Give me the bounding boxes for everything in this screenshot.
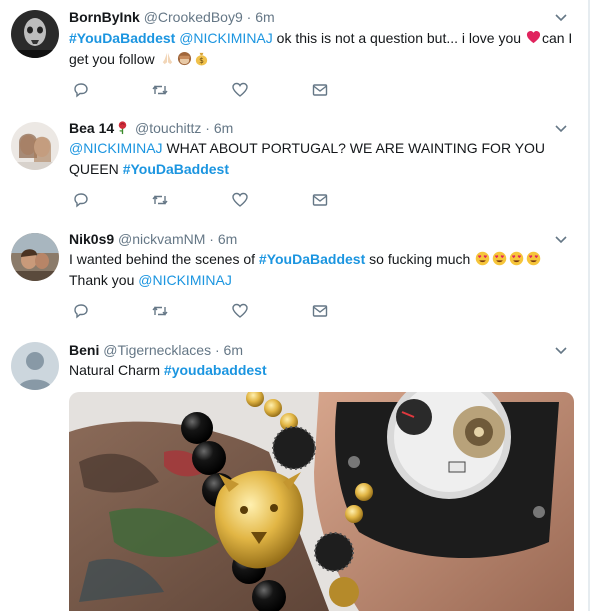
tweet-timeline: BornByInk @CrookedBoy9 · 6m #YouDaBaddes… xyxy=(0,0,590,611)
tweet-3[interactable]: Nik0s9 @nickvamNM · 6m I wanted behind t… xyxy=(0,219,588,331)
heart-eyes-emoji-icon xyxy=(492,251,507,266)
tweet-photo[interactable] xyxy=(69,392,574,611)
timestamp[interactable]: 6m xyxy=(255,9,274,25)
username[interactable]: @CrookedBoy9 xyxy=(144,9,243,25)
display-name[interactable]: Bea 14 xyxy=(69,120,114,136)
avatar[interactable] xyxy=(11,122,59,170)
heart-eyes-emoji-icon xyxy=(509,251,524,266)
timestamp[interactable]: 6m xyxy=(218,231,237,247)
chevron-down-icon[interactable] xyxy=(554,13,568,23)
heart-eyes-emoji-icon xyxy=(526,251,541,266)
mention[interactable]: @NICKIMINAJ xyxy=(69,140,163,156)
chevron-down-icon[interactable] xyxy=(554,235,568,245)
hashtag[interactable]: #YouDaBaddest xyxy=(69,30,175,46)
mention[interactable]: @NICKIMINAJ xyxy=(138,272,232,288)
direct-message-icon[interactable] xyxy=(311,191,329,209)
money-bag-emoji-icon: $ xyxy=(195,52,207,66)
hashtag[interactable]: #youdabaddest xyxy=(164,362,267,378)
avatar[interactable] xyxy=(11,233,59,281)
username[interactable]: @Tigernecklaces xyxy=(103,342,211,358)
hashtag[interactable]: #YouDaBaddest xyxy=(259,251,365,267)
tweet-header: Beni @Tigernecklaces · 6m xyxy=(69,340,243,360)
retweet-icon[interactable] xyxy=(151,191,169,209)
text-segment: I wanted behind the scenes of xyxy=(69,251,259,267)
like-icon[interactable] xyxy=(231,302,249,320)
retweet-icon[interactable] xyxy=(151,81,169,99)
like-icon[interactable] xyxy=(231,191,249,209)
heart-emoji-icon xyxy=(526,30,540,44)
timestamp[interactable]: 6m xyxy=(214,120,233,136)
display-name[interactable]: BornByInk xyxy=(69,9,140,25)
direct-message-icon[interactable] xyxy=(311,81,329,99)
tweet-text: I wanted behind the scenes of #YouDaBadd… xyxy=(69,249,579,291)
separator: · xyxy=(209,231,214,247)
chevron-down-icon[interactable] xyxy=(554,124,568,134)
username[interactable]: @nickvamNM xyxy=(118,231,205,247)
heart-eyes-emoji-icon xyxy=(475,251,490,266)
text-segment: Thank you xyxy=(69,272,139,288)
text-segment: so fucking much xyxy=(365,251,475,267)
tweet-header: Nik0s9 @nickvamNM · 6m xyxy=(69,229,237,249)
tweet-text: #YouDaBaddest @NICKIMINAJ ok this is not… xyxy=(69,28,579,70)
avatar[interactable] xyxy=(11,10,59,58)
reply-icon[interactable] xyxy=(72,81,90,99)
hashtag[interactable]: #YouDaBaddest xyxy=(123,161,229,177)
see-no-evil-emoji-icon xyxy=(177,51,191,66)
tweet-header: BornByInk @CrookedBoy9 · 6m xyxy=(69,7,275,27)
pray-emoji-icon xyxy=(162,52,172,65)
text-segment: ok this is not a question but... i love … xyxy=(272,30,525,46)
reply-icon[interactable] xyxy=(72,191,90,209)
display-name[interactable]: Nik0s9 xyxy=(69,231,114,247)
tweet-header: Bea 14 @touchittz · 6m xyxy=(69,118,233,138)
separator: · xyxy=(214,342,220,358)
tweet-text: Natural Charm #youdabaddest xyxy=(69,360,579,381)
separator: · xyxy=(205,120,210,136)
like-icon[interactable] xyxy=(231,81,249,99)
mention[interactable]: @NICKIMINAJ xyxy=(179,30,273,46)
tweet-2[interactable]: Bea 14 @touchittz · 6m @NICKIMINAJ WHAT … xyxy=(0,108,588,220)
chevron-down-icon[interactable] xyxy=(554,346,568,356)
username[interactable]: @touchittz xyxy=(135,120,201,136)
timestamp[interactable]: 6m xyxy=(224,342,243,358)
tweet-text: @NICKIMINAJ WHAT ABOUT PORTUGAL? WE ARE … xyxy=(69,138,579,180)
direct-message-icon[interactable] xyxy=(311,302,329,320)
text-segment: Natural Charm xyxy=(69,362,164,378)
display-name[interactable]: Beni xyxy=(69,342,99,358)
tweet-1[interactable]: BornByInk @CrookedBoy9 · 6m #YouDaBaddes… xyxy=(0,0,588,109)
retweet-icon[interactable] xyxy=(151,302,169,320)
avatar[interactable] xyxy=(11,342,59,390)
separator: · xyxy=(246,9,252,25)
svg-text:$: $ xyxy=(199,56,204,65)
rose-emoji-icon xyxy=(118,121,127,135)
reply-icon[interactable] xyxy=(72,302,90,320)
